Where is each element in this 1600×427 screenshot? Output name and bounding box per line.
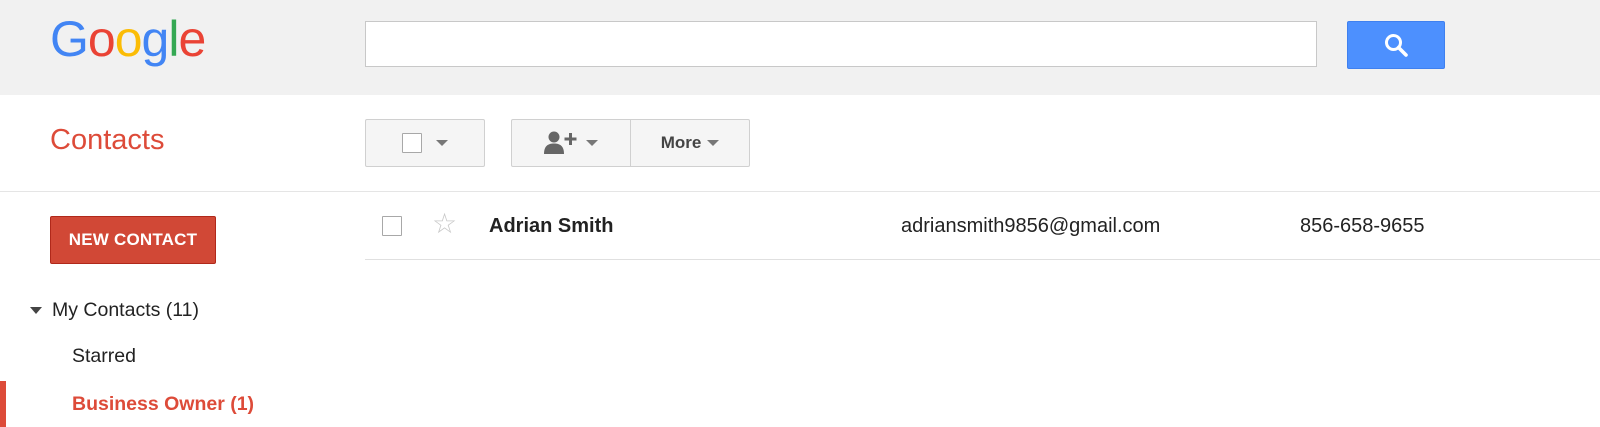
logo-letter: l	[168, 11, 179, 67]
logo-letter: o	[87, 11, 116, 67]
contact-name[interactable]: Adrian Smith	[489, 215, 613, 238]
sidebar-group-label: My Contacts (11)	[52, 299, 200, 321]
select-all-dropdown[interactable]	[365, 119, 485, 167]
logo-letter: g	[141, 11, 170, 67]
logo-letter: e	[178, 11, 206, 67]
chevron-down-icon	[586, 140, 598, 146]
sidebar-group-my-contacts[interactable]: My Contacts (11)	[30, 299, 199, 322]
select-all-checkbox[interactable]	[402, 133, 422, 153]
logo-letter: o	[114, 11, 143, 67]
search-button[interactable]	[1347, 21, 1445, 69]
star-outline-icon[interactable]: ☆	[432, 209, 457, 239]
person-add-icon	[544, 131, 577, 154]
more-button[interactable]: More	[630, 119, 750, 167]
new-contact-button[interactable]: NEW CONTACT	[50, 216, 216, 264]
logo-letter: G	[50, 11, 89, 67]
more-button-label: More	[660, 133, 702, 152]
contact-email: adriansmith9856@gmail.com	[901, 215, 1161, 237]
google-logo[interactable]: Google	[50, 6, 206, 72]
add-to-group-button[interactable]	[511, 119, 631, 167]
contact-phone: 856-658-9655	[1300, 215, 1425, 237]
search-icon	[1385, 34, 1408, 57]
top-header: Google	[0, 0, 1600, 95]
table-row[interactable]: ☆ Adrian Smith adriansmith9856@gmail.com…	[365, 192, 1600, 260]
chevron-down-icon	[707, 140, 720, 146]
sidebar-item-starred[interactable]: Starred	[72, 345, 136, 368]
row-checkbox[interactable]	[382, 216, 402, 236]
page-title: Contacts	[50, 124, 165, 156]
active-indicator	[0, 381, 6, 427]
search-input[interactable]	[365, 21, 1317, 67]
sidebar-item-business-owner[interactable]: Business Owner (1)	[72, 393, 254, 416]
expand-triangle-icon[interactable]	[30, 307, 42, 314]
chevron-down-icon	[436, 140, 448, 146]
